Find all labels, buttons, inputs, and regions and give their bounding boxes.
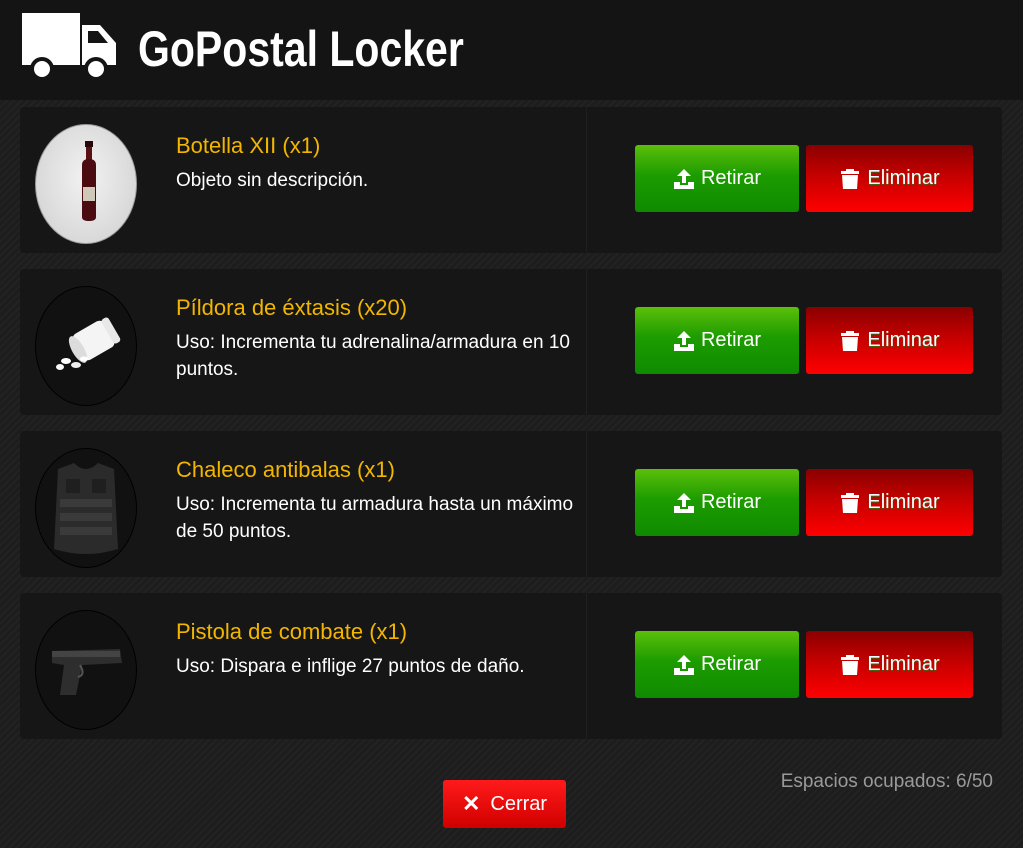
item-name: Chaleco antibalas (x1): [176, 457, 395, 482]
item-name: Botella XII (x1): [176, 133, 321, 158]
divider: [586, 431, 587, 577]
upload-icon: [673, 168, 694, 189]
divider: [586, 269, 587, 415]
divider: [586, 593, 587, 739]
item-name: Pistola de combate (x1): [176, 619, 408, 644]
locker-item: Botella XII (x1) Objeto sin descripción.…: [20, 107, 1002, 253]
item-description: Uso: Dispara e inflige 27 puntos de daño…: [176, 656, 525, 677]
pistol-image: [35, 610, 137, 730]
upload-icon: [673, 330, 694, 351]
trash-icon: [841, 330, 860, 351]
close-button[interactable]: ✕ Cerrar: [443, 780, 566, 828]
withdraw-label: Retirar: [700, 167, 761, 189]
withdraw-button[interactable]: Retirar: [635, 469, 799, 536]
delete-label: Eliminar: [867, 329, 940, 351]
close-label: Cerrar: [490, 792, 548, 815]
pill-bottle-image: [35, 286, 137, 406]
delete-button[interactable]: Eliminar: [806, 631, 973, 698]
trash-icon: [841, 492, 860, 513]
withdraw-label: Retirar: [700, 491, 761, 513]
withdraw-button[interactable]: Retirar: [635, 307, 799, 374]
item-description: Objeto sin descripción.: [176, 170, 369, 191]
withdraw-label: Retirar: [700, 653, 761, 675]
close-icon: ✕: [461, 791, 481, 816]
upload-icon: [673, 654, 694, 675]
item-description: Uso: Incrementa tu armadura hasta un máx…: [176, 494, 574, 542]
delete-button[interactable]: Eliminar: [806, 469, 973, 536]
locker-item: Chaleco antibalas (x1) Uso: Incrementa t…: [20, 431, 1002, 577]
bulletproof-vest-image: [35, 448, 137, 568]
locker-item: Pistola de combate (x1) Uso: Dispara e i…: [20, 593, 1002, 739]
delete-label: Eliminar: [867, 167, 940, 189]
withdraw-button[interactable]: Retirar: [635, 145, 799, 212]
app-title: GoPostal Locker: [138, 21, 464, 77]
delete-button[interactable]: Eliminar: [806, 145, 973, 212]
withdraw-label: Retirar: [700, 329, 761, 351]
slots-counter: Espacios ocupados: 6/50: [780, 771, 993, 792]
trash-icon: [841, 654, 860, 675]
item-name: Píldora de éxtasis (x20): [176, 295, 408, 320]
delete-button[interactable]: Eliminar: [806, 307, 973, 374]
header: GoPostal Locker: [0, 0, 1023, 100]
item-description: Uso: Incrementa tu adrenalina/armadura e…: [176, 332, 570, 380]
locker-item: Píldora de éxtasis (x20) Uso: Incrementa…: [20, 269, 1002, 415]
withdraw-button[interactable]: Retirar: [635, 631, 799, 698]
truck-icon: [22, 13, 116, 81]
delete-label: Eliminar: [867, 491, 940, 513]
divider: [586, 107, 587, 253]
upload-icon: [673, 492, 694, 513]
trash-icon: [841, 168, 860, 189]
delete-label: Eliminar: [867, 653, 940, 675]
wine-bottle-image: [35, 124, 137, 244]
